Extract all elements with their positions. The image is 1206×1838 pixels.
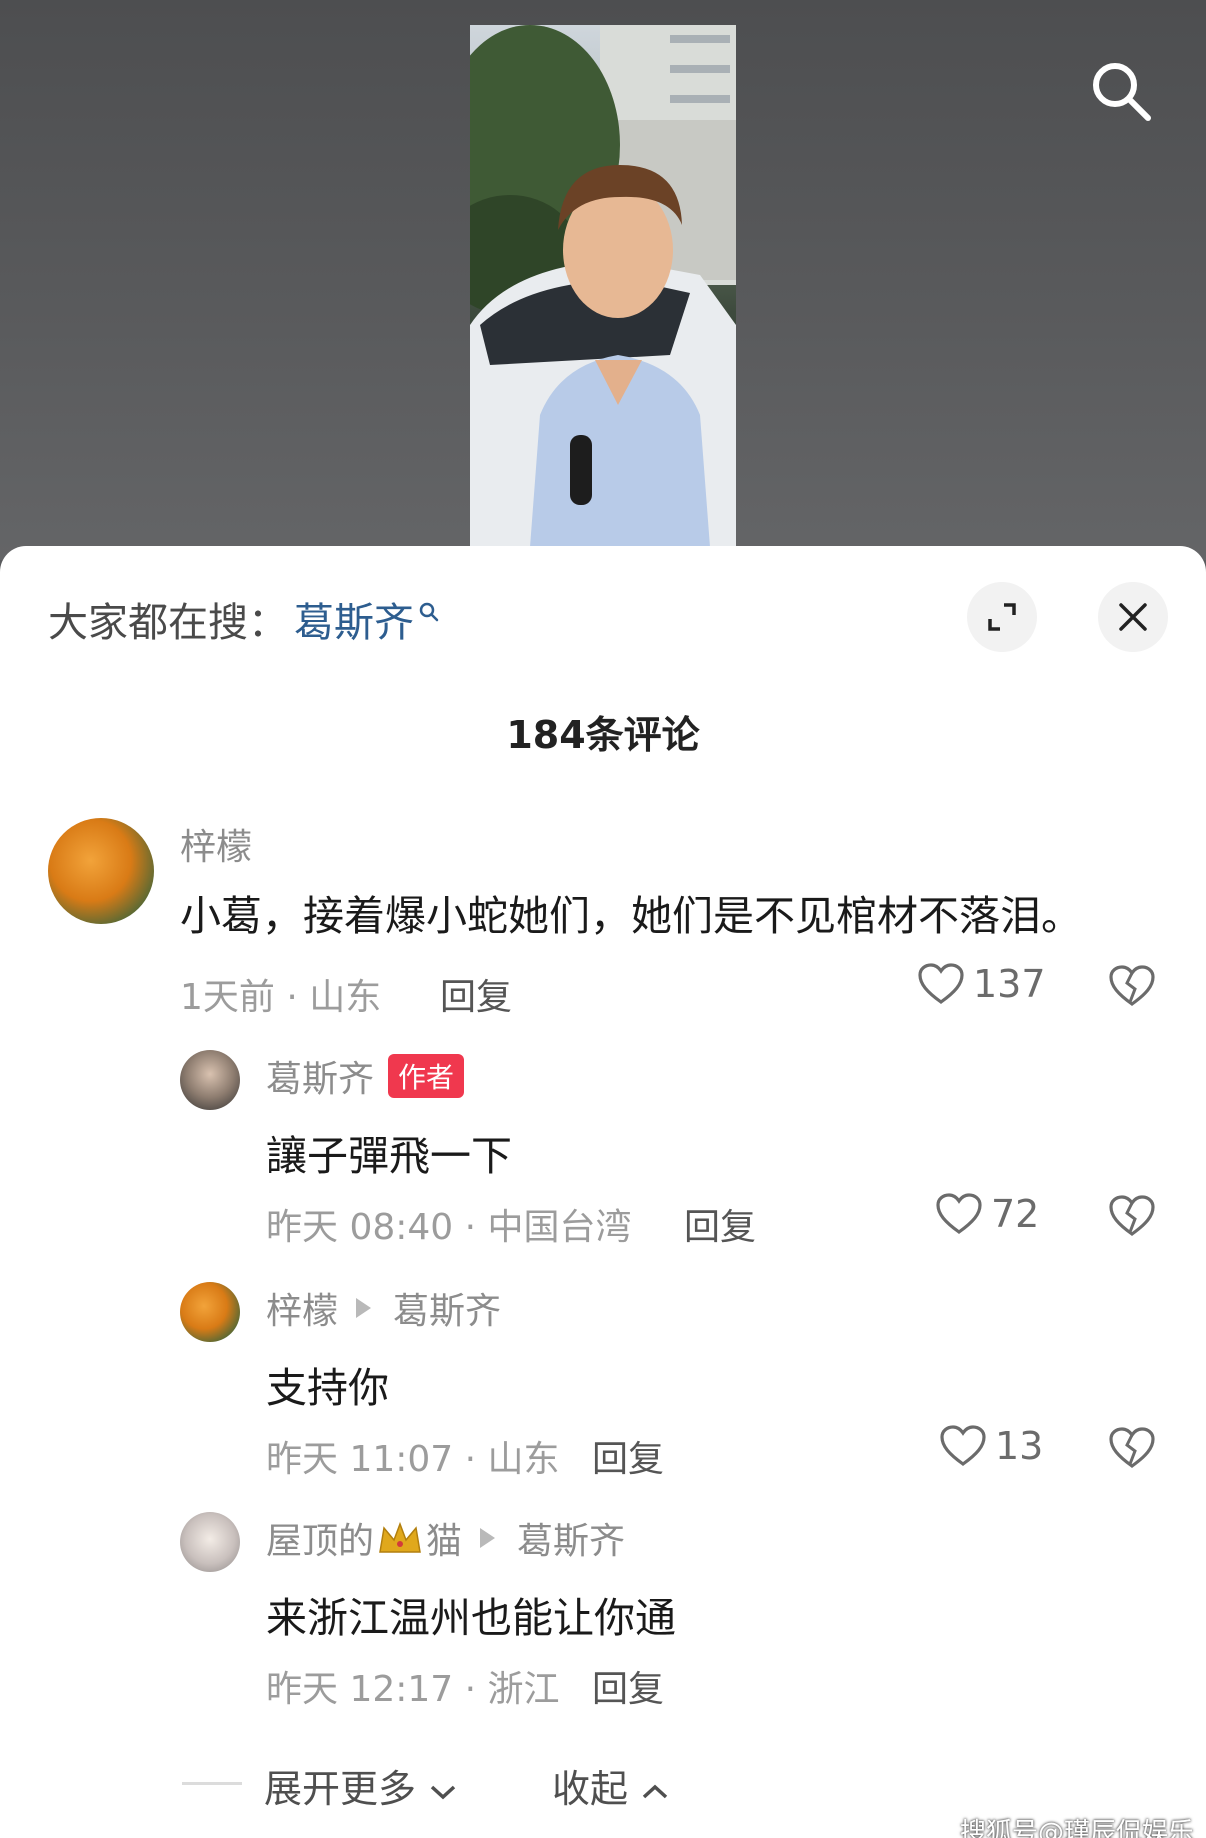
comment-text: 讓子彈飛一下 <box>266 1132 512 1180</box>
heart-icon <box>918 963 964 1004</box>
reply-button[interactable]: 回复 <box>592 1660 664 1712</box>
like-button[interactable]: 13 <box>939 1424 1043 1468</box>
broken-heart-icon[interactable] <box>1108 1194 1156 1238</box>
chevron-down-icon <box>430 1785 456 1800</box>
heart-icon <box>940 1425 986 1466</box>
author-badge: 作者 <box>388 1054 465 1098</box>
reply-arrow-icon <box>480 1528 496 1548</box>
comment-meta: 昨天 12:17 · 浙江 <box>266 1669 560 1710</box>
reply-to-user[interactable]: 葛斯齐 <box>517 1512 625 1564</box>
reply-to-user[interactable]: 葛斯齐 <box>393 1282 501 1334</box>
comment-text: 小葛，接着爆小蛇她们，她们是不见棺材不落泪。 <box>180 892 1082 940</box>
comment-text: 支持你 <box>266 1364 389 1412</box>
comment-username-suffix[interactable]: 猫 <box>426 1512 462 1564</box>
like-count: 13 <box>995 1424 1044 1468</box>
comment-count: 184条评论 <box>506 713 700 757</box>
search-icon <box>419 602 439 622</box>
avatar[interactable] <box>180 1050 240 1110</box>
like-count: 72 <box>991 1192 1040 1236</box>
avatar[interactable] <box>180 1282 240 1342</box>
avatar[interactable] <box>180 1512 240 1572</box>
avatar[interactable] <box>48 818 154 924</box>
video-frame[interactable] <box>470 25 736 547</box>
chevron-up-icon <box>642 1784 668 1799</box>
comment-sheet: 大家都在搜： 葛斯齐 184条评论 梓檬 小葛，接着爆小蛇她们，她们是不见棺材不… <box>0 546 1206 1838</box>
comment-username: 屋顶的 猫 葛斯齐 <box>266 1512 625 1564</box>
broken-heart-icon[interactable] <box>1108 1426 1156 1470</box>
trending-search[interactable]: 大家都在搜： 葛斯齐 <box>48 590 440 648</box>
watermark: 搜狐号@瑾辰侃娱乐 <box>960 1818 1195 1838</box>
reply-arrow-icon <box>356 1298 372 1318</box>
comment-username: 葛斯齐 作者 <box>266 1050 465 1102</box>
expand-more-button[interactable]: 展开更多 <box>264 1758 458 1813</box>
comment-meta: 1天前 · 山东 <box>180 977 382 1018</box>
like-button[interactable]: 137 <box>917 962 1046 1006</box>
reply-button[interactable]: 回复 <box>684 1198 756 1250</box>
video-still-image <box>470 25 736 547</box>
collapse-label: 收起 <box>552 1767 629 1811</box>
like-count: 137 <box>973 962 1046 1006</box>
expand-more-label: 展开更多 <box>264 1767 417 1811</box>
comment-username[interactable]: 梓檬 <box>180 818 252 870</box>
divider <box>182 1782 242 1785</box>
expand-button[interactable] <box>967 582 1037 652</box>
reply-button[interactable]: 回复 <box>592 1430 664 1482</box>
like-button[interactable]: 72 <box>935 1192 1039 1236</box>
trending-prefix: 大家都在搜： <box>48 600 288 646</box>
comment-username-text[interactable]: 葛斯齐 <box>266 1050 374 1102</box>
trending-keyword[interactable]: 葛斯齐 <box>294 590 414 648</box>
broken-heart-icon[interactable] <box>1108 964 1156 1008</box>
heart-icon <box>936 1193 982 1234</box>
collapse-button[interactable]: 收起 <box>552 1758 670 1813</box>
search-icon[interactable] <box>1088 58 1154 124</box>
reply-button[interactable]: 回复 <box>440 968 512 1020</box>
comment-username: 梓檬 葛斯齐 <box>266 1282 501 1334</box>
expand-icon <box>988 603 1016 631</box>
comment-username-prefix[interactable]: 屋顶的 <box>266 1512 374 1564</box>
crown-icon <box>379 1521 421 1553</box>
close-icon <box>1119 603 1147 631</box>
comment-meta: 昨天 11:07 · 山东 <box>266 1439 560 1480</box>
comment-meta: 昨天 08:40 · 中国台湾 <box>266 1207 632 1248</box>
close-button[interactable] <box>1098 582 1168 652</box>
comment-username-text[interactable]: 梓檬 <box>266 1282 338 1334</box>
comment-text: 来浙江温州也能让你通 <box>266 1594 676 1642</box>
